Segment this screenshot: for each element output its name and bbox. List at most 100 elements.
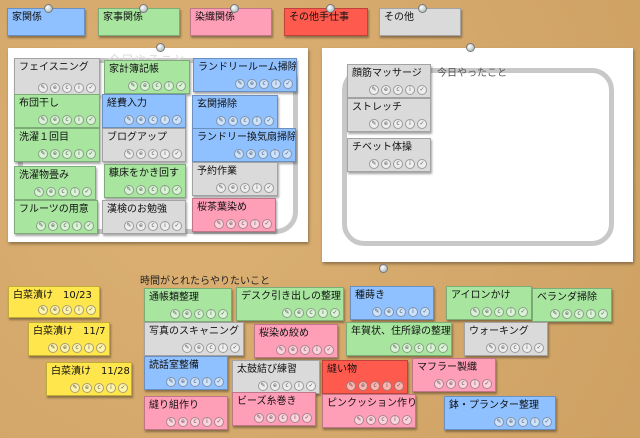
info-icon[interactable]: i — [312, 345, 322, 355]
copy-icon[interactable]: c — [494, 307, 504, 317]
info-icon[interactable]: i — [74, 149, 84, 159]
info-icon[interactable]: i — [160, 115, 170, 125]
info-icon[interactable]: i — [70, 187, 80, 197]
edit-icon[interactable]: e — [446, 379, 456, 389]
pencil-icon[interactable]: ✎ — [216, 116, 226, 126]
check-icon[interactable]: ✓ — [172, 185, 182, 195]
info-icon[interactable]: i — [382, 381, 392, 391]
edit-icon[interactable]: e — [506, 417, 516, 427]
todo-note[interactable]: フルーツの用意 ✎ e c i ✓ — [14, 200, 98, 234]
check-icon[interactable]: ✓ — [96, 343, 106, 353]
copy-icon[interactable]: c — [238, 219, 248, 229]
todo-note[interactable]: 布団干し ✎ e c i ✓ — [14, 94, 100, 128]
check-icon[interactable]: ✓ — [218, 309, 228, 319]
pencil-icon[interactable]: ✎ — [372, 307, 382, 317]
check-icon[interactable]: ✓ — [230, 343, 240, 353]
pencil-icon[interactable]: ✎ — [36, 221, 46, 231]
check-icon[interactable]: ✓ — [420, 307, 430, 317]
info-icon[interactable]: i — [218, 343, 228, 353]
check-icon[interactable]: ✓ — [330, 308, 340, 318]
want-note[interactable]: 読話室整備 ✎ e c i ✓ — [144, 356, 228, 390]
info-icon[interactable]: i — [470, 379, 480, 389]
category-chores[interactable]: 家事関係 — [98, 8, 180, 36]
info-icon[interactable]: i — [318, 308, 328, 318]
want-note[interactable]: 写真のスキャニング ✎ e c i ✓ — [144, 322, 244, 356]
edit-icon[interactable]: e — [381, 159, 391, 169]
check-icon[interactable]: ✓ — [86, 83, 96, 93]
copy-icon[interactable]: c — [194, 309, 204, 319]
edit-icon[interactable]: e — [136, 115, 146, 125]
pencil-icon[interactable]: ✎ — [369, 85, 379, 95]
want-note[interactable]: ウォーキング ✎ e c i ✓ — [464, 322, 548, 356]
copy-icon[interactable]: c — [190, 377, 200, 387]
edit-icon[interactable]: e — [50, 83, 60, 93]
copy-icon[interactable]: c — [60, 221, 70, 231]
copy-icon[interactable]: c — [72, 343, 82, 353]
info-icon[interactable]: i — [84, 343, 94, 353]
edit-icon[interactable]: e — [50, 115, 60, 125]
edit-icon[interactable]: e — [294, 308, 304, 318]
edit-icon[interactable]: e — [82, 383, 92, 393]
info-icon[interactable]: i — [405, 85, 415, 95]
pencil-icon[interactable]: ✎ — [494, 417, 504, 427]
pencil-icon[interactable]: ✎ — [124, 221, 134, 231]
info-icon[interactable]: i — [74, 305, 84, 315]
pencil-icon[interactable]: ✎ — [434, 379, 444, 389]
copy-icon[interactable]: c — [300, 345, 310, 355]
pencil-icon[interactable]: ✎ — [470, 307, 480, 317]
info-icon[interactable]: i — [252, 116, 262, 126]
pencil-icon[interactable]: ✎ — [38, 83, 48, 93]
category-handcraft[interactable]: その他手仕事 — [284, 8, 368, 36]
copy-icon[interactable]: c — [370, 381, 380, 391]
edit-icon[interactable]: e — [48, 221, 58, 231]
info-icon[interactable]: i — [530, 417, 540, 427]
copy-icon[interactable]: c — [240, 183, 250, 193]
info-icon[interactable]: i — [522, 343, 532, 353]
check-icon[interactable]: ✓ — [172, 149, 182, 159]
check-icon[interactable]: ✓ — [417, 85, 427, 95]
copy-icon[interactable]: c — [206, 343, 216, 353]
want-note[interactable]: 縫い物 ✎ e c i ✓ — [322, 360, 408, 394]
copy-icon[interactable]: c — [393, 85, 403, 95]
edit-icon[interactable]: e — [358, 381, 368, 391]
pencil-icon[interactable]: ✎ — [128, 81, 138, 91]
info-icon[interactable]: i — [74, 115, 84, 125]
pencil-icon[interactable]: ✎ — [34, 187, 44, 197]
edit-icon[interactable]: e — [288, 345, 298, 355]
copy-icon[interactable]: c — [62, 83, 72, 93]
edit-icon[interactable]: e — [366, 415, 376, 425]
check-icon[interactable]: ✓ — [86, 149, 96, 159]
pencil-icon[interactable]: ✎ — [38, 305, 48, 315]
todo-note[interactable]: ランドリールーム掃除 ✎ e c i ✓ — [193, 58, 297, 92]
edit-icon[interactable]: e — [381, 85, 391, 95]
check-icon[interactable]: ✓ — [598, 309, 608, 319]
check-icon[interactable]: ✓ — [118, 383, 128, 393]
want-note[interactable]: 縫り組作り ✎ e c i ✓ — [144, 396, 228, 430]
pencil-icon[interactable]: ✎ — [70, 383, 80, 393]
info-icon[interactable]: i — [506, 307, 516, 317]
check-icon[interactable]: ✓ — [84, 221, 94, 231]
edit-icon[interactable]: e — [562, 309, 572, 319]
pencil-icon[interactable]: ✎ — [124, 115, 134, 125]
check-icon[interactable]: ✓ — [86, 305, 96, 315]
todo-note[interactable]: 糠床をかき回す ✎ e c i ✓ — [104, 164, 186, 198]
todo-note[interactable]: ブログアップ ✎ e c i ✓ — [102, 128, 186, 162]
info-icon[interactable]: i — [160, 149, 170, 159]
pickle-note[interactable]: 白菜漬け 11/28 ✎ e c i ✓ — [46, 362, 132, 396]
edit-icon[interactable]: e — [182, 309, 192, 319]
todo-note[interactable]: フェイスニング ✎ e c i ✓ — [14, 58, 100, 96]
edit-icon[interactable]: e — [266, 413, 276, 423]
info-icon[interactable]: i — [271, 79, 281, 89]
todo-note[interactable]: 洗濯物畳み ✎ e c i ✓ — [14, 166, 96, 200]
check-icon[interactable]: ✓ — [282, 149, 292, 159]
edit-icon[interactable]: e — [178, 417, 188, 427]
pencil-icon[interactable]: ✎ — [48, 343, 58, 353]
edit-icon[interactable]: e — [194, 343, 204, 353]
edit-icon[interactable]: e — [60, 343, 70, 353]
copy-icon[interactable]: c — [393, 119, 403, 129]
pencil-icon[interactable]: ✎ — [182, 343, 192, 353]
want-note[interactable]: 種蒔き ✎ e c i ✓ — [350, 286, 434, 320]
want-note[interactable]: デスク引き出しの整理 ✎ e c i ✓ — [236, 287, 344, 321]
edit-icon[interactable]: e — [178, 377, 188, 387]
check-icon[interactable]: ✓ — [176, 81, 186, 91]
